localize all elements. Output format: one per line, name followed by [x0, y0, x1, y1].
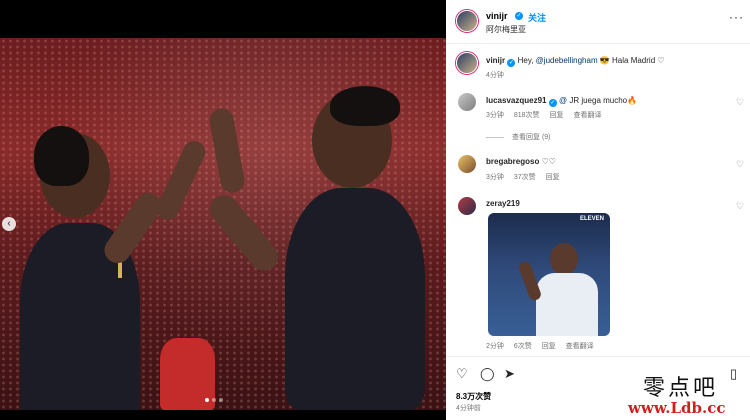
caption: vinijr ✓ Hey, @judebellingham 😎 Hala Mad… [486, 56, 665, 67]
comment-1: lucasvazquez91 ✓ @ JR juega mucho🔥 [486, 96, 638, 107]
bookmark-icon[interactable]: ▯ [730, 366, 737, 382]
author-avatar[interactable] [456, 10, 478, 32]
player-left-hair [34, 126, 89, 186]
instagram-post-view: ‹ vinijr ✓ 关注 阿尔梅里亚 ··· vinijr ✓ Hey, @j… [0, 0, 750, 420]
gif-person-head [550, 243, 578, 275]
comment-time: 2分钟 [486, 343, 504, 350]
comment-like-icon[interactable]: ♡ [736, 159, 744, 170]
verified-badge-icon: ✓ [515, 12, 523, 20]
post-details-panel: vinijr ✓ 关注 阿尔梅里亚 ··· vinijr ✓ Hey, @jud… [446, 0, 750, 420]
caption-text-end: 😎 Hala Madrid ♡ [597, 56, 665, 65]
post-photo [0, 38, 446, 410]
caption-time: 4分钟 [486, 72, 504, 79]
comment-likes[interactable]: 818次赞 [514, 112, 540, 119]
translate-button[interactable]: 查看翻译 [566, 343, 594, 350]
comment-3: zeray219 [486, 199, 520, 208]
comment-like-icon[interactable]: ♡ [736, 201, 744, 212]
comment-meta: 3分钟 37次赞 回复 [486, 172, 568, 182]
previous-image-button[interactable]: ‹ [2, 217, 16, 231]
more-options-icon[interactable]: ··· [729, 10, 744, 24]
post-location[interactable]: 阿尔梅里亚 [486, 24, 526, 35]
follow-button[interactable]: 关注 [528, 11, 546, 24]
verified-badge-icon: ✓ [548, 99, 557, 107]
watermark-url: www.Ldb.cc [628, 399, 726, 417]
caption-mention[interactable]: @judebellingham [536, 56, 598, 65]
caption-username[interactable]: vinijr [486, 56, 505, 65]
gif-person-body [536, 273, 598, 336]
carousel-dot [205, 398, 209, 402]
comment-likes[interactable]: 6次赞 [514, 343, 532, 350]
comment-meta: 2分钟 6次赞 回复 查看翻译 [486, 341, 602, 351]
gif-label: ELEVEN [579, 216, 604, 222]
comment-mention[interactable]: @ [559, 96, 567, 105]
player-right-hair [330, 86, 400, 126]
comment-icon[interactable]: ◯ [480, 366, 495, 382]
watermark-name: 零点吧 [643, 376, 719, 401]
comment-meta: 3分钟 818次赞 回复 查看翻译 [486, 110, 609, 120]
reply-button[interactable]: 回复 [546, 174, 560, 181]
post-media-panel: ‹ [0, 0, 446, 420]
comment-avatar[interactable] [458, 197, 476, 215]
comment-time: 3分钟 [486, 112, 504, 119]
comment-time: 3分钟 [486, 174, 504, 181]
comment-avatar[interactable] [458, 93, 476, 111]
comment-username[interactable]: lucasvazquez91 [486, 96, 546, 105]
comment-gif[interactable]: ELEVEN [488, 213, 610, 336]
comment-like-icon[interactable]: ♡ [736, 97, 744, 108]
view-replies-button[interactable]: 查看回复 (9) [486, 132, 551, 142]
likes-count[interactable]: 8.3万次赞 [456, 391, 491, 402]
heart-icon[interactable]: ♡ [456, 366, 468, 382]
carousel-dot [212, 398, 216, 402]
author-username[interactable]: vinijr [486, 11, 508, 21]
comment-text: ♡♡ [541, 157, 556, 166]
comment-username[interactable]: zeray219 [486, 199, 520, 208]
player-right-body [285, 188, 425, 410]
comment-likes[interactable]: 37次赞 [514, 174, 536, 181]
comment-text: JR juega mucho🔥 [569, 96, 638, 105]
post-time: 4分钟前 [456, 405, 481, 412]
verified-badge-icon: ✓ [507, 59, 516, 67]
post-header: vinijr ✓ 关注 阿尔梅里亚 ··· [446, 0, 750, 44]
share-icon[interactable]: ➤ [504, 366, 515, 382]
comment-2: bregabregoso ♡♡ [486, 157, 556, 166]
reply-button[interactable]: 回复 [542, 343, 556, 350]
carousel-indicator [205, 398, 223, 402]
carousel-dot [219, 398, 223, 402]
caption-text: Hey, [517, 56, 536, 65]
comment-username[interactable]: bregabregoso [486, 157, 539, 166]
translate-button[interactable]: 查看翻译 [573, 112, 601, 119]
comment-avatar[interactable] [458, 155, 476, 173]
caption-author-avatar[interactable] [456, 52, 478, 74]
reply-button[interactable]: 回复 [550, 112, 564, 119]
